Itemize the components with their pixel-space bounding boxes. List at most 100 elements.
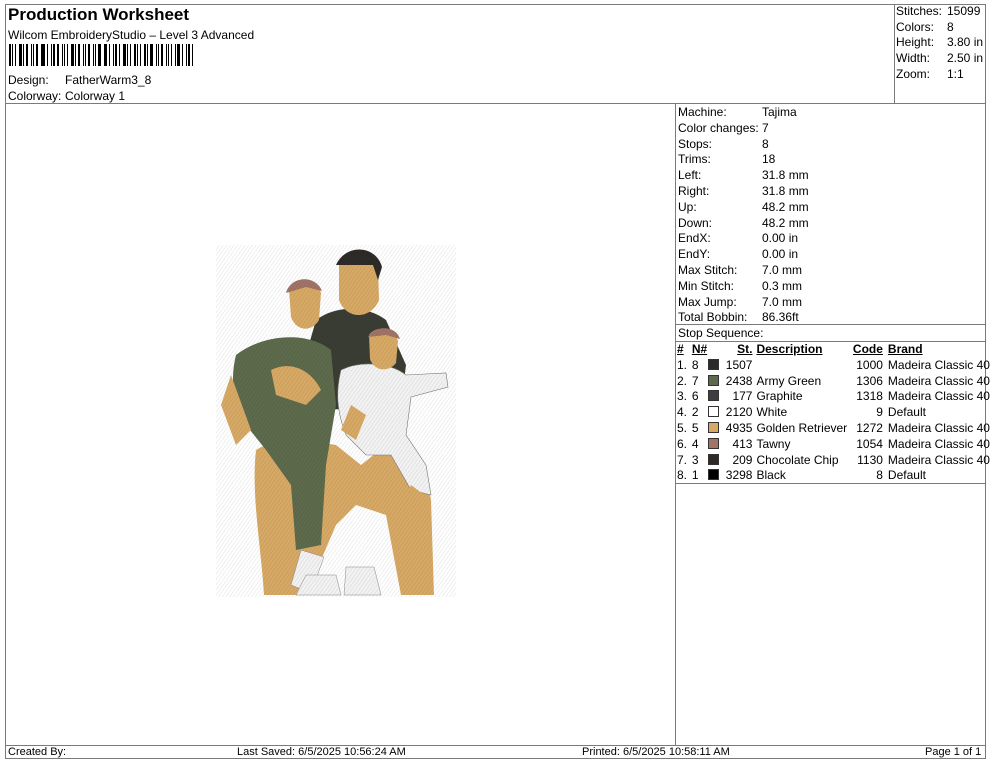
barcode-bar (127, 44, 129, 66)
row-stitches: 177 (732, 389, 753, 404)
summary-height: Height: 3.80 in (896, 35, 983, 51)
barcode-bar (175, 44, 177, 66)
row-description: Army Green (756, 373, 822, 388)
machine-info-value: 31.8 mm (762, 168, 809, 183)
machine-info-row: Color changes: 7 (678, 121, 809, 137)
barcode-bar (182, 44, 184, 66)
barcode-bar (47, 44, 49, 66)
machine-info-label: EndX: (678, 231, 711, 246)
embroidery-figures (216, 245, 456, 597)
barcode-bar (149, 44, 153, 66)
machine-info-label: Trims: (678, 152, 711, 167)
barcode-bar (92, 44, 94, 66)
col-needle-header: N# (691, 342, 708, 356)
barcode-bar (77, 44, 80, 66)
row-swatch-cell (707, 389, 720, 405)
table-row: 3. 6 177 Graphite 1318 Madeira Classic 40 (677, 389, 990, 405)
machine-info-row: Right: 31.8 mm (678, 184, 809, 200)
machine-info-row: Max Stitch: 7.0 mm (678, 263, 809, 279)
barcode-bar (42, 44, 46, 66)
summary-label: Width: (896, 51, 931, 66)
table-row: 4. 2 2120 White 9 Default (677, 405, 990, 421)
machine-info-label: Up: (678, 199, 697, 214)
machine-info-value: 7 (762, 120, 769, 135)
colorway-value: Colorway 1 (65, 89, 126, 103)
machine-info-row: Trims: 18 (678, 152, 809, 168)
machine-info-value: 86.36ft (762, 310, 799, 325)
barcode-bar (188, 44, 191, 66)
barcode-bar (155, 44, 157, 66)
created-by: Created By: (8, 746, 67, 758)
row-num: 2. (677, 373, 688, 388)
barcode-bar (30, 44, 32, 66)
row-code: 1318 (856, 389, 883, 404)
row-description (756, 358, 848, 374)
row-swatch-cell (707, 453, 720, 469)
table-row: 7. 3 209 Chocolate Chip 1130 Madeira Classic … (677, 453, 990, 469)
barcode-bar (74, 44, 76, 66)
row-needle: 7 (691, 373, 699, 388)
summary-value: 8 (947, 19, 954, 34)
barcode-bar (186, 44, 188, 66)
barcode-bar (103, 44, 105, 66)
machine-info-label: EndY: (678, 247, 711, 262)
machine-info-label: Max Stitch: (678, 262, 738, 277)
barcode-bar (146, 44, 148, 66)
barcode-bar (165, 44, 167, 66)
barcode-bar (51, 44, 53, 66)
col-stitches-header: St. (737, 342, 753, 356)
row-swatch-cell (707, 374, 720, 390)
last-saved: Last Saved: 6/5/2025 10:56:24 AM (237, 746, 406, 758)
row-num: 8. (677, 468, 688, 483)
row-swatch-cell (707, 468, 720, 484)
row-num: 4. (677, 405, 688, 420)
row-needle: 4 (691, 436, 699, 451)
row-needle: 2 (691, 405, 699, 420)
barcode-bar (113, 44, 115, 66)
color-swatch (707, 374, 719, 386)
barcode-bar (94, 44, 96, 66)
barcode-bar (119, 44, 121, 66)
table-row: 8. 1 3298 Black 8 Default (677, 468, 990, 484)
row-stitches: 413 (732, 436, 753, 451)
blank-frame (675, 483, 986, 746)
row-brand: Default (887, 405, 926, 420)
row-swatch-cell (707, 437, 720, 453)
row-num: 1. (677, 357, 688, 372)
machine-info-value: 18 (762, 152, 776, 167)
barcode-bar (160, 44, 163, 66)
row-description: Golden Retriever (756, 420, 848, 435)
barcode-bar (134, 44, 136, 66)
summary-panel: Stitches: 15099 Colors: 8 Height: 3.80 in W… (896, 4, 983, 83)
design-canvas[interactable] (6, 105, 675, 745)
barcode-bar (123, 44, 127, 66)
machine-info-label: Down: (678, 215, 713, 230)
page-number: Page 1 of 1 (925, 746, 982, 758)
row-num: 5. (677, 420, 688, 435)
row-num: 7. (677, 452, 688, 467)
barcode-bar (14, 44, 16, 66)
row-needle: 8 (691, 357, 699, 372)
row-swatch-cell (707, 421, 720, 437)
summary-label: Zoom: (896, 66, 931, 81)
barcode-bar (18, 44, 22, 66)
row-code: 8 (876, 468, 883, 483)
col-code-header: Code (852, 342, 883, 356)
barcode-bar (157, 44, 159, 66)
summary-value: 1:1 (947, 66, 964, 81)
row-description: White (756, 405, 788, 420)
machine-info-row: Down: 48.2 mm (678, 216, 809, 232)
row-brand: Madeira Classic 40 (887, 373, 990, 388)
barcode-bar (11, 44, 13, 66)
machine-info-label: Stops: (678, 136, 713, 151)
barcode-bar (109, 44, 111, 66)
row-swatch-cell (707, 405, 720, 421)
machine-info-value: 7.0 mm (762, 262, 803, 277)
row-swatch-cell (707, 358, 720, 374)
barcode-bar (87, 44, 90, 66)
barcode-bar (40, 44, 42, 66)
barcode-bar (62, 44, 64, 66)
barcode-bar (32, 44, 34, 66)
row-needle: 6 (691, 389, 699, 404)
table-row: 1. 8 1507 1000 Madeira Classic 40 (677, 358, 990, 374)
